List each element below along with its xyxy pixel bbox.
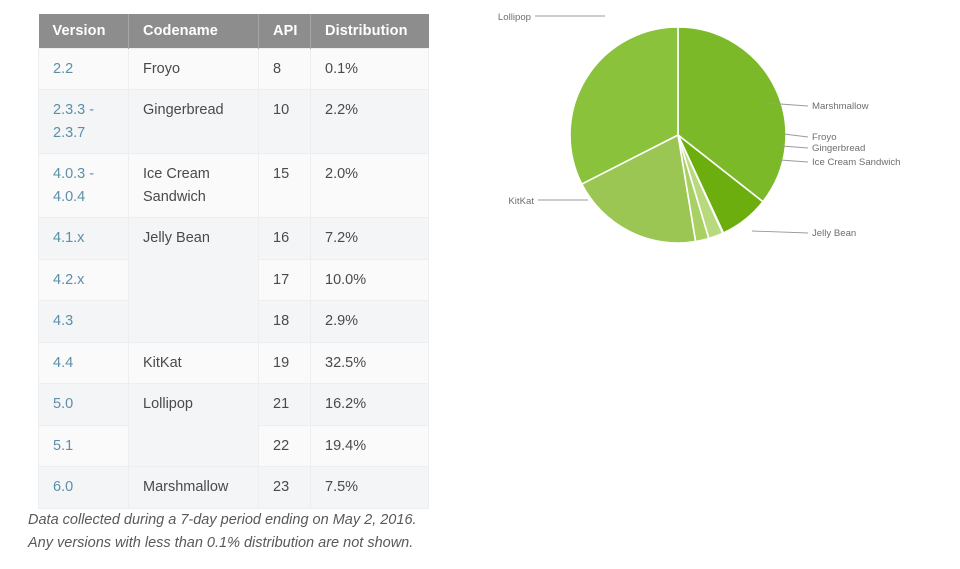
column-header-codename[interactable]: Codename <box>128 14 259 49</box>
cell-distribution: 10.0% <box>310 258 429 302</box>
table-row: 5.0 Lollipop 21 16.2% <box>38 383 429 468</box>
cell-version[interactable]: 4.0.3 -4.0.4 <box>38 153 129 219</box>
pie-callout-label: Jelly Bean <box>812 228 856 239</box>
cell-api: 8 <box>258 47 311 91</box>
cell-version[interactable]: 4.2.x <box>38 258 129 302</box>
cell-api: 10 <box>258 89 311 155</box>
cell-api: 23 <box>258 466 311 509</box>
column-header-version[interactable]: Version <box>38 14 129 49</box>
table-row: 4.0.3 -4.0.4 Ice Cream Sandwich 15 2.0% <box>38 153 429 219</box>
table-body: 2.2 Froyo 8 0.1% 2.3.3 -2.3.7 Gingerbread 10 2.… <box>38 47 429 509</box>
cell-distribution: 7.2% <box>310 217 429 260</box>
pie-callout-label: Gingerbread <box>812 143 865 154</box>
cell-codename: Marshmallow <box>128 466 259 509</box>
column-header-distribution[interactable]: Distribution <box>310 14 429 49</box>
pie-slice-group <box>569 26 787 244</box>
cell-version[interactable]: 4.3 <box>38 300 129 343</box>
pie-callout-leader-line <box>779 159 809 163</box>
cell-api: 17 <box>258 258 311 302</box>
cell-api: 21 <box>258 383 311 426</box>
cell-version[interactable]: 5.0 <box>38 383 129 426</box>
platform-versions-table-container: Version Codename API Distribution 2.2 Fro… <box>38 14 429 509</box>
cell-distribution: 2.9% <box>310 300 429 343</box>
cell-api: 16 <box>258 217 311 260</box>
cell-codename: Gingerbread <box>128 89 259 155</box>
table-row: 2.3.3 -2.3.7 Gingerbread 10 2.2% <box>38 89 429 155</box>
cell-distribution: 2.0% <box>310 153 429 219</box>
pie-callout-label: Froyo <box>812 132 837 143</box>
cell-codename: KitKat <box>128 341 259 385</box>
cell-version[interactable]: 2.3.3 -2.3.7 <box>38 89 129 155</box>
table-row: 6.0 Marshmallow 23 7.5% <box>38 466 429 509</box>
cell-api: 15 <box>258 153 311 219</box>
cell-api: 22 <box>258 424 311 468</box>
cell-version[interactable]: 4.4 <box>38 341 129 385</box>
table-header: Version Codename API Distribution <box>38 14 429 49</box>
cell-codename: Ice Cream Sandwich <box>128 153 259 219</box>
distribution-pie-chart: Lollipop Marshmallow Froyo Gingerbread Ice C… <box>470 0 960 300</box>
pie-callout-label: Marshmallow <box>812 101 869 112</box>
cell-version[interactable]: 6.0 <box>38 466 129 509</box>
cell-distribution: 32.5% <box>310 341 429 385</box>
cell-codename: Jelly Bean <box>128 217 259 343</box>
cell-codename: Lollipop <box>128 383 259 468</box>
platform-versions-table: Version Codename API Distribution 2.2 Fro… <box>38 14 429 509</box>
pie-callout-leader-line <box>751 230 809 234</box>
cell-distribution: 7.5% <box>310 466 429 509</box>
table-row: 4.4 KitKat 19 32.5% <box>38 341 429 385</box>
pie-callout-leader-line <box>783 133 809 138</box>
pie-chart-svg: Lollipop Marshmallow FroyoGingerbread Ice C… <box>498 12 901 244</box>
column-header-api[interactable]: API <box>258 14 311 49</box>
table-row: 4.1.x Jelly Bean 16 7.2% <box>38 217 429 343</box>
cell-distribution: 0.1% <box>310 47 429 91</box>
table-row: 2.2 Froyo 8 0.1% <box>38 47 429 91</box>
cell-api: 19 <box>258 341 311 385</box>
cell-distribution: 16.2% <box>310 383 429 426</box>
footnote: Data collected during a 7-day period end… <box>28 509 548 556</box>
cell-version[interactable]: 5.1 <box>38 424 129 468</box>
pie-callout-label: Lollipop <box>498 12 531 23</box>
footnote-line-2: Any versions with less than 0.1% distrib… <box>28 535 414 552</box>
cell-api: 18 <box>258 300 311 343</box>
pie-callout-label: Ice Cream Sandwich <box>812 157 901 168</box>
cell-version[interactable]: 4.1.x <box>38 217 129 260</box>
cell-codename: Froyo <box>128 47 259 91</box>
cell-distribution: 19.4% <box>310 424 429 468</box>
pie-callout-label: KitKat <box>508 196 534 207</box>
table-header-row: Version Codename API Distribution <box>38 14 429 49</box>
cell-version[interactable]: 2.2 <box>38 47 129 91</box>
cell-distribution: 2.2% <box>310 89 429 155</box>
footnote-line-1: Data collected during a 7-day period end… <box>28 512 417 528</box>
